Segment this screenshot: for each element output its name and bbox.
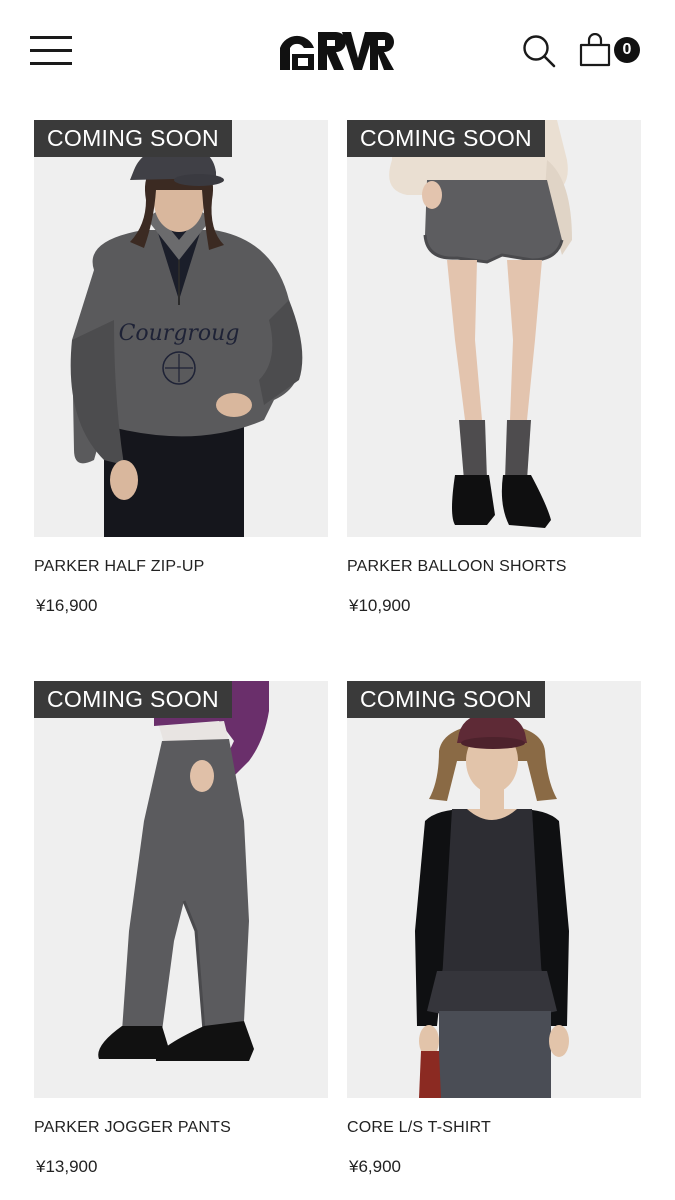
product-card[interactable]: COMING SOON PARKER JOGGER PANTS ¥13,900 (34, 681, 328, 1176)
product-price: ¥6,900 (349, 1157, 401, 1176)
coming-soon-badge: COMING SOON (347, 681, 545, 718)
product-name[interactable]: PARKER JOGGER PANTS (34, 1119, 231, 1137)
product-image[interactable]: COMING SOON (347, 120, 641, 537)
product-grid: Courgroug COMING SOON PARKER HALF ZIP-UP… (0, 0, 675, 1200)
coming-soon-badge: COMING SOON (347, 120, 545, 157)
product-name[interactable]: PARKER HALF ZIP-UP (34, 558, 204, 576)
product-photo-balloon-shorts (347, 120, 641, 537)
product-name[interactable]: CORE L/S T-SHIRT (347, 1119, 491, 1137)
svg-text:Courgroug: Courgroug (119, 321, 240, 346)
product-card[interactable]: Courgroug COMING SOON PARKER HALF ZIP-UP… (34, 120, 328, 615)
product-image[interactable]: COMING SOON (347, 681, 641, 1098)
product-card[interactable]: COMING SOON CORE L/S T-SHIRT ¥6,900 (347, 681, 641, 1176)
product-photo-jogger-pants (34, 681, 328, 1098)
product-image[interactable]: Courgroug COMING SOON (34, 120, 328, 537)
product-photo-core-tshirt (347, 681, 641, 1098)
product-price: ¥10,900 (349, 596, 411, 615)
coming-soon-badge: COMING SOON (34, 681, 232, 718)
product-card[interactable]: COMING SOON PARKER BALLOON SHORTS ¥10,90… (347, 120, 641, 615)
product-price: ¥16,900 (36, 596, 98, 615)
product-price: ¥13,900 (36, 1157, 98, 1176)
coming-soon-badge: COMING SOON (34, 120, 232, 157)
product-name[interactable]: PARKER BALLOON SHORTS (347, 558, 567, 576)
product-photo-half-zip: Courgroug (34, 120, 328, 537)
product-image[interactable]: COMING SOON (34, 681, 328, 1098)
